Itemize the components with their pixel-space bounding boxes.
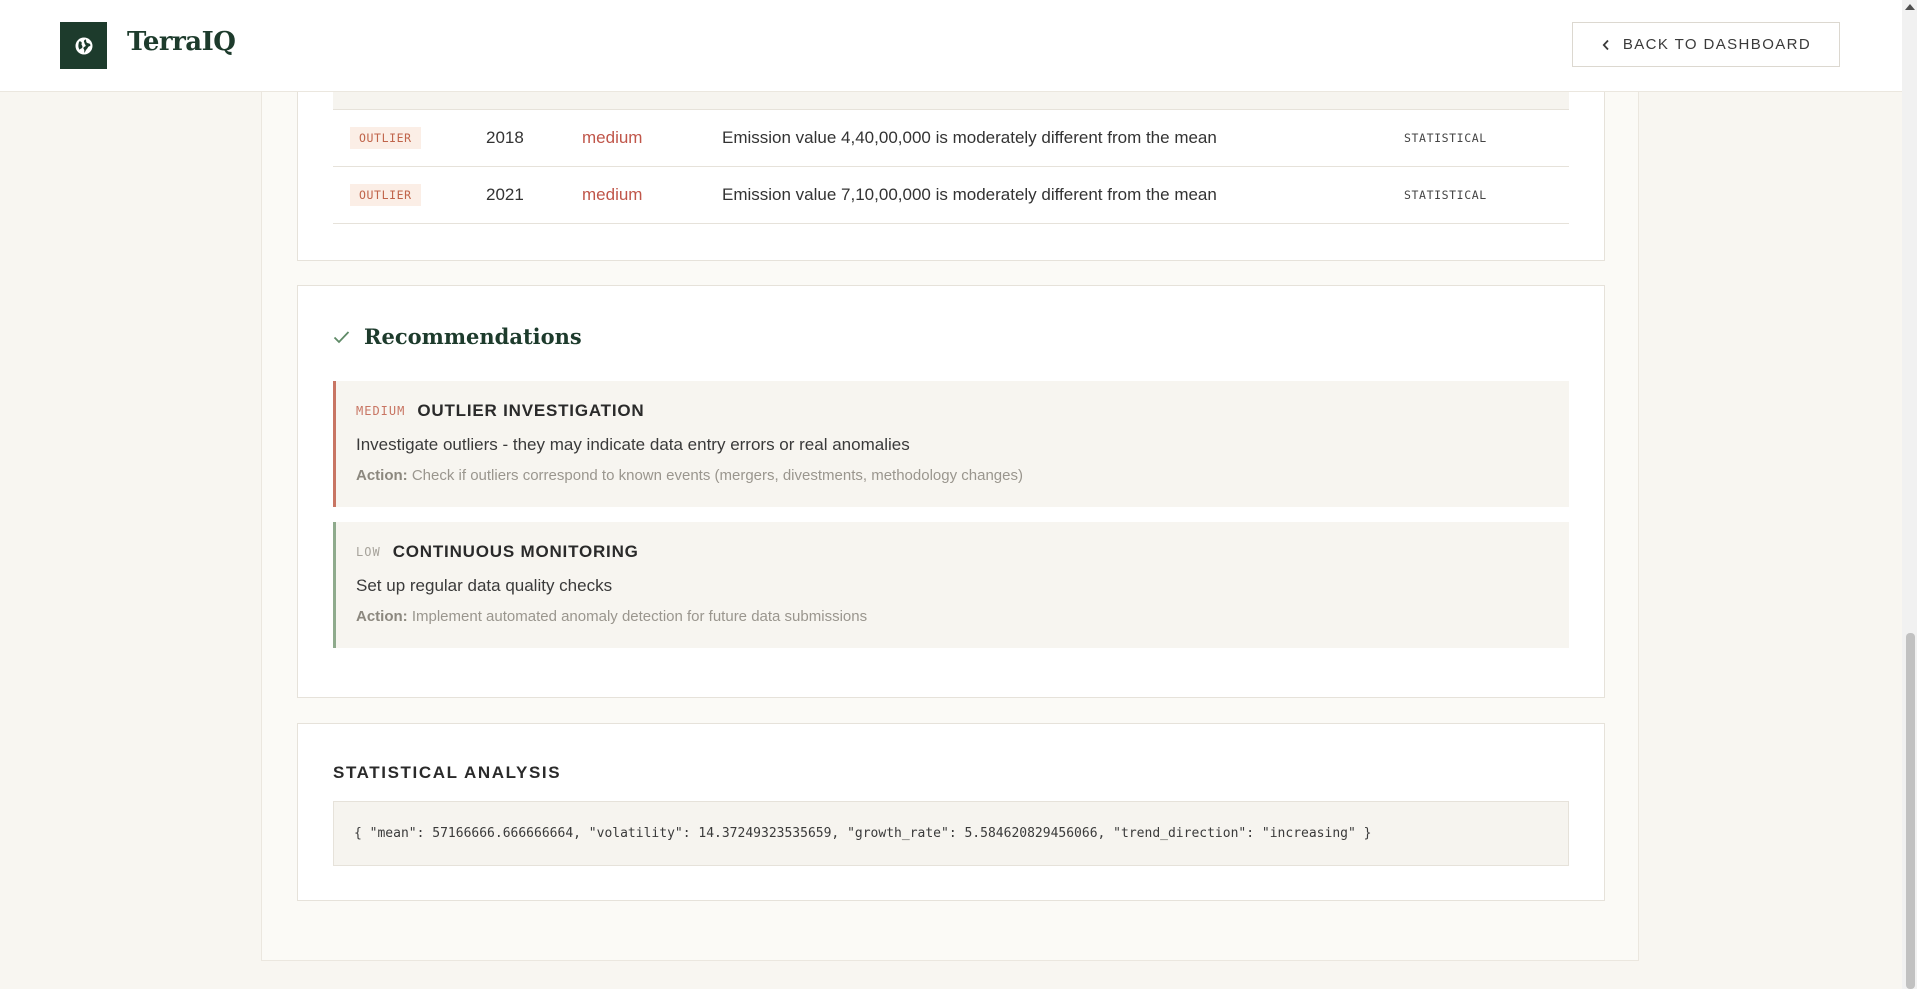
globe-icon (75, 37, 92, 54)
anomaly-method: STATISTICAL (1404, 187, 1487, 202)
recommendation-item: LOW CONTINUOUS MONITORING Set up regular… (333, 522, 1569, 648)
anomaly-year: 2018 (486, 127, 524, 147)
chevron-left-icon (1602, 39, 1609, 50)
recommendations-title: Recommendations (364, 324, 582, 349)
scroll-up-arrow-icon[interactable] (1905, 4, 1915, 10)
recommendation-title: CONTINUOUS MONITORING (392, 542, 639, 561)
recommendation-item: MEDIUM OUTLIER INVESTIGATION Investigate… (333, 381, 1569, 507)
priority-badge: LOW (356, 545, 381, 559)
table-header-strip (333, 91, 1569, 110)
recommendations-card: Recommendations MEDIUM OUTLIER INVESTIGA… (297, 285, 1605, 698)
anomaly-type-cell: OUTLIER (350, 109, 421, 166)
back-button-label: BACK TO DASHBOARD (1622, 36, 1812, 53)
anomaly-description: Emission value 4,40,00,000 is moderately… (722, 127, 1217, 147)
anomaly-severity: medium (582, 127, 643, 147)
action-text: Check if outliers correspond to known ev… (411, 467, 1023, 484)
table-row: OUTLIER 2018 medium Emission value 4,40,… (333, 109, 1569, 167)
priority-badge: MEDIUM (356, 404, 406, 418)
back-to-dashboard-button[interactable]: BACK TO DASHBOARD (1572, 22, 1840, 67)
statistical-analysis-card: STATISTICAL ANALYSIS { "mean": 57166666.… (297, 723, 1605, 901)
anomaly-type-badge: OUTLIER (350, 183, 421, 206)
logo[interactable] (60, 22, 107, 69)
anomaly-severity: medium (582, 184, 643, 204)
recommendation-description: Set up regular data quality checks (356, 576, 613, 595)
anomaly-description: Emission value 7,10,00,000 is moderately… (722, 184, 1217, 204)
action-label: Action: (356, 467, 408, 484)
scrollbar-thumb[interactable] (1906, 633, 1915, 989)
check-icon (333, 330, 350, 343)
anomaly-method: STATISTICAL (1404, 130, 1487, 145)
recommendation-description: Investigate outliers - they may indicate… (356, 435, 910, 454)
brand-name: TerraIQ (127, 27, 236, 57)
statistics-json: { "mean": 57166666.666666664, "volatilit… (333, 801, 1569, 866)
anomaly-type-badge: OUTLIER (350, 126, 421, 149)
recommendation-title: OUTLIER INVESTIGATION (417, 401, 645, 420)
action-text: Implement automated anomaly detection fo… (411, 608, 868, 625)
recommendation-action: Action: Check if outliers correspond to … (356, 467, 1023, 484)
recommendation-action: Action: Implement automated anomaly dete… (356, 608, 867, 625)
app-header: TerraIQ BACK TO DASHBOARD (0, 0, 1902, 92)
anomaly-type-cell: OUTLIER (350, 166, 421, 223)
statistical-analysis-title: STATISTICAL ANALYSIS (333, 763, 562, 782)
anomaly-year: 2021 (486, 184, 524, 204)
table-row: OUTLIER 2021 medium Emission value 7,10,… (333, 166, 1569, 224)
recommendations-header: Recommendations (333, 324, 582, 349)
action-label: Action: (356, 608, 408, 625)
